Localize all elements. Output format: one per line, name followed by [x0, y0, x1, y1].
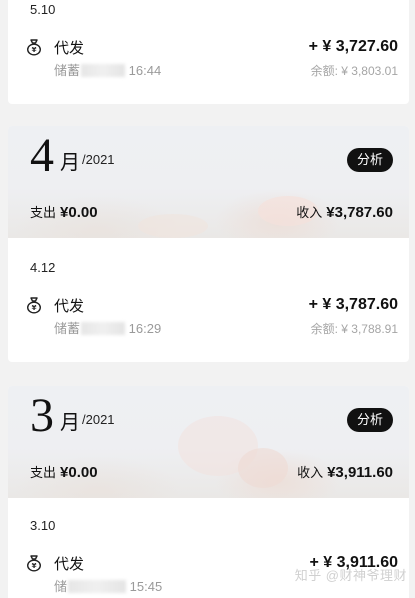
- month-header: 4 月 /2021 分析 支出 ¥0.00 收入 ¥3,787.60: [8, 126, 409, 238]
- expense-label: 支出: [30, 465, 57, 480]
- analyze-button[interactable]: 分析: [346, 408, 393, 432]
- income-label: 收入: [297, 465, 324, 480]
- transaction-row[interactable]: ¥ 代发 储蓄 16:29 + ¥ 3,787.60 余额: ¥ 3,788.9…: [8, 290, 409, 338]
- month-unit: 月: [60, 152, 80, 174]
- transaction-row[interactable]: ¥ 代发 储蓄 16:44 + ¥ 3,727.60 余额: ¥ 3,803.0…: [8, 32, 409, 80]
- income-value: ¥3,787.60: [326, 204, 393, 221]
- month-card-may: 5.10 ¥ 代发 储蓄 16:44 + ¥ 3,727.60 余额: ¥ 3,…: [8, 0, 409, 104]
- month-card-april: 4 月 /2021 分析 支出 ¥0.00 收入 ¥3,787.60 4.12 ¥ …: [8, 126, 409, 362]
- watermark: 知乎 @财神爷理财: [294, 568, 407, 583]
- date-label: 5.10: [30, 2, 56, 17]
- transaction-title: 代发: [54, 40, 85, 57]
- transaction-amount: + ¥ 3,727.60: [308, 38, 398, 55]
- money-bag-icon: ¥: [26, 555, 42, 572]
- month-year: /2021: [82, 152, 115, 167]
- transaction-time: 16:44: [128, 63, 162, 78]
- expense-value: ¥0.00: [60, 204, 98, 221]
- income-value: ¥3,911.60: [327, 464, 393, 481]
- transaction-time: 16:29: [128, 321, 162, 336]
- month-number: 4: [30, 129, 54, 182]
- date-label: 3.10: [30, 518, 56, 533]
- transaction-time: 15:45: [129, 579, 163, 594]
- month-number: 3: [30, 389, 54, 442]
- masked-account: [81, 64, 126, 77]
- svg-text:¥: ¥: [32, 562, 37, 570]
- balance-after: 余额: ¥ 3,803.01: [310, 64, 398, 78]
- expense-summary: 支出 ¥0.00: [30, 462, 98, 481]
- date-label: 4.12: [30, 260, 56, 275]
- income-label: 收入: [296, 205, 323, 220]
- expense-label: 支出: [30, 205, 57, 220]
- analyze-button[interactable]: 分析: [346, 148, 393, 172]
- expense-value: ¥0.00: [60, 464, 98, 481]
- month-unit: 月: [60, 412, 80, 434]
- transaction-title: 代发: [54, 556, 85, 573]
- month-header: 3 月 /2021 分析 支出 ¥0.00 收入 ¥3,911.60: [8, 386, 409, 498]
- income-summary: 收入 ¥3,911.60: [297, 462, 393, 481]
- transaction-subtitle: 储 15:45: [54, 576, 162, 595]
- transaction-title: 代发: [54, 298, 85, 315]
- masked-account: [68, 580, 127, 593]
- svg-text:¥: ¥: [32, 46, 37, 54]
- transaction-subtitle: 储蓄 16:44: [54, 60, 161, 79]
- transaction-amount: + ¥ 3,787.60: [308, 296, 398, 313]
- flower-decoration: [138, 214, 208, 238]
- account-type: 储蓄: [54, 63, 81, 78]
- money-bag-icon: ¥: [26, 297, 42, 314]
- flower-decoration: [238, 448, 288, 488]
- income-summary: 收入 ¥3,787.60: [296, 202, 393, 221]
- expense-summary: 支出 ¥0.00: [30, 202, 98, 221]
- transaction-subtitle: 储蓄 16:29: [54, 318, 161, 337]
- statement-viewport: 5.10 ¥ 代发 储蓄 16:44 + ¥ 3,727.60 余额: ¥ 3,…: [0, 0, 415, 598]
- account-type: 储蓄: [54, 321, 81, 336]
- month-year: /2021: [82, 412, 115, 427]
- svg-text:¥: ¥: [32, 304, 37, 312]
- masked-account: [81, 322, 126, 335]
- account-type: 储: [54, 579, 68, 594]
- money-bag-icon: ¥: [26, 39, 42, 56]
- balance-after: 余额: ¥ 3,788.91: [310, 322, 398, 336]
